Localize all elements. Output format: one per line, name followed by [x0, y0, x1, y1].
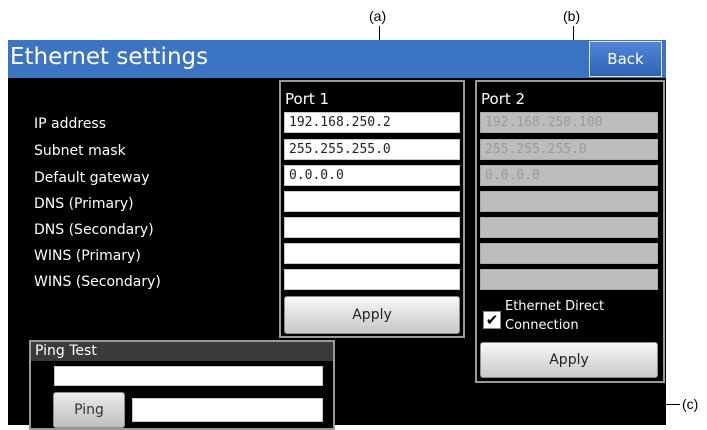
label-default-gateway: Default gateway [34, 170, 150, 186]
callout-c-line [335, 404, 680, 405]
port2-ip-field: 192.168.250.100 [480, 112, 658, 133]
callout-c: (c) [682, 396, 699, 412]
label-dns-primary: DNS (Primary) [34, 196, 134, 212]
port1-dns-secondary-field[interactable] [284, 217, 460, 238]
label-ip-address: IP address [34, 116, 107, 132]
label-dns-secondary: DNS (Secondary) [34, 222, 154, 238]
port2-wins-primary-field [480, 243, 658, 264]
callout-b: (b) [563, 8, 581, 24]
label-wins-primary: WINS (Primary) [34, 248, 141, 264]
port2-gateway-field: 0.0.0.0 [480, 165, 658, 186]
ping-address-input[interactable] [54, 366, 323, 386]
port1-ip-field[interactable]: 192.168.250.2 [284, 112, 460, 133]
port2-dns-secondary-field [480, 217, 658, 238]
port1-wins-primary-field[interactable] [284, 243, 460, 264]
ethernet-direct-label-line2: Connection [505, 318, 579, 333]
port1-dns-primary-field[interactable] [284, 191, 460, 212]
callout-a: (a) [369, 8, 387, 24]
label-subnet-mask: Subnet mask [34, 143, 126, 159]
port1-apply-button[interactable]: Apply [284, 296, 460, 334]
port2-dns-primary-field [480, 191, 658, 212]
ping-result-field [132, 398, 323, 422]
port2-title: Port 2 [481, 90, 526, 108]
port1-wins-secondary-field[interactable] [284, 269, 460, 290]
port1-title: Port 1 [285, 90, 330, 108]
ping-button[interactable]: Ping [53, 392, 125, 428]
ethernet-direct-checkbox[interactable]: ✔ [483, 311, 501, 329]
port2-wins-secondary-field [480, 269, 658, 290]
back-button[interactable]: Back [589, 41, 662, 77]
port1-subnet-field[interactable]: 255.255.255.0 [284, 139, 460, 160]
ethernet-direct-label-line1: Ethernet Direct [505, 299, 605, 314]
port2-apply-button[interactable]: Apply [480, 342, 658, 378]
label-wins-secondary: WINS (Secondary) [34, 274, 161, 290]
page-title: Ethernet settings [10, 44, 209, 70]
port2-subnet-field: 255.255.255.0 [480, 139, 658, 160]
port1-gateway-field[interactable]: 0.0.0.0 [284, 165, 460, 186]
ping-test-title: Ping Test [35, 343, 97, 359]
